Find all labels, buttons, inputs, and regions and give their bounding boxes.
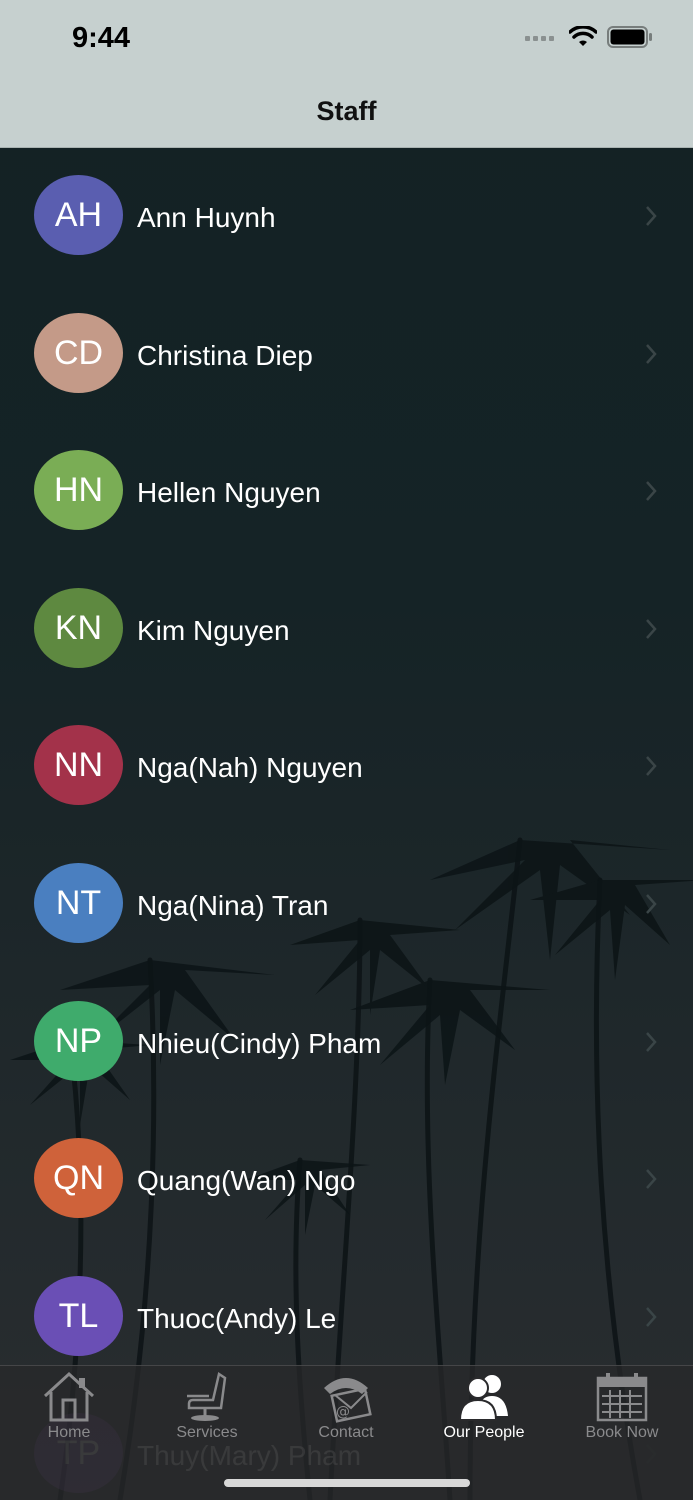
avatar: HN bbox=[34, 450, 123, 531]
calendar-icon bbox=[594, 1370, 650, 1429]
avatar: KN bbox=[34, 587, 123, 668]
tab-contact[interactable]: @ Contact bbox=[277, 1366, 415, 1456]
people-icon bbox=[456, 1370, 512, 1429]
staff-name: Thuoc(Andy) Le bbox=[137, 1302, 337, 1334]
staff-name: Ann Huynh bbox=[137, 202, 276, 233]
signal-icon bbox=[525, 36, 554, 41]
chevron-right-icon bbox=[646, 894, 657, 914]
tab-our-people[interactable]: Our People bbox=[415, 1366, 553, 1456]
wifi-icon bbox=[569, 26, 597, 46]
svg-text:@: @ bbox=[336, 1404, 350, 1420]
chevron-right-icon bbox=[646, 756, 657, 777]
home-indicator[interactable] bbox=[224, 1479, 470, 1487]
staff-row[interactable]: KN Kim Nguyen bbox=[0, 561, 693, 698]
battery-icon bbox=[607, 26, 652, 48]
staff-name: Christina Diep bbox=[137, 339, 313, 371]
navigation-bar: Staff bbox=[0, 80, 693, 148]
avatar: TL bbox=[34, 1275, 123, 1356]
chevron-right-icon bbox=[646, 618, 657, 639]
tab-label: Home bbox=[47, 1424, 91, 1441]
avatar: QN bbox=[34, 1138, 123, 1219]
staff-name: Quang(Wan) Ngo bbox=[137, 1165, 356, 1197]
staff-row[interactable]: AH Ann Huynh bbox=[0, 148, 693, 285]
phone-mail-icon: @ bbox=[318, 1370, 374, 1429]
home-icon bbox=[41, 1370, 97, 1429]
tab-book-now[interactable]: Book Now bbox=[553, 1366, 691, 1456]
avatar: NN bbox=[34, 725, 123, 806]
avatar: CD bbox=[34, 312, 123, 393]
tab-label: Our People bbox=[443, 1424, 525, 1441]
staff-name: Hellen Nguyen bbox=[137, 477, 321, 509]
app-screen: 9:44 Staff AH Ann Huynh CD Christina Die… bbox=[0, 0, 693, 1500]
chevron-right-icon bbox=[646, 206, 657, 226]
staff-row[interactable]: NT Nga(Nina) Tran bbox=[0, 836, 693, 973]
staff-name: Nhieu(Cindy) Pham bbox=[137, 1027, 382, 1059]
staff-row[interactable]: QN Quang(Wan) Ngo bbox=[0, 1111, 693, 1248]
chevron-right-icon bbox=[646, 481, 657, 502]
page-title: Staff bbox=[316, 96, 377, 126]
avatar: NP bbox=[34, 1000, 123, 1081]
avatar: AH bbox=[34, 175, 123, 255]
status-icons bbox=[525, 26, 653, 48]
tab-home[interactable]: Home bbox=[0, 1366, 138, 1456]
chevron-right-icon bbox=[646, 343, 657, 364]
status-bar: 9:44 bbox=[0, 0, 693, 80]
staff-name: Nga(Nina) Tran bbox=[137, 890, 329, 921]
tab-label: Contact bbox=[318, 1424, 374, 1441]
staff-row[interactable]: NN Nga(Nah) Nguyen bbox=[0, 698, 693, 835]
staff-name: Nga(Nah) Nguyen bbox=[137, 752, 363, 784]
staff-row[interactable]: CD Christina Diep bbox=[0, 286, 693, 423]
staff-name: Kim Nguyen bbox=[137, 614, 290, 646]
barber-chair-icon bbox=[179, 1370, 235, 1429]
staff-row[interactable]: HN Hellen Nguyen bbox=[0, 423, 693, 560]
tab-services[interactable]: Services bbox=[138, 1366, 276, 1456]
chevron-right-icon bbox=[646, 1169, 657, 1190]
chevron-right-icon bbox=[646, 1031, 657, 1052]
status-time: 9:44 bbox=[72, 22, 131, 54]
tab-label: Book Now bbox=[585, 1424, 659, 1441]
avatar: NT bbox=[34, 863, 123, 943]
tab-label: Services bbox=[176, 1424, 238, 1441]
chevron-right-icon bbox=[646, 1306, 657, 1327]
staff-row[interactable]: NP Nhieu(Cindy) Pham bbox=[0, 974, 693, 1111]
